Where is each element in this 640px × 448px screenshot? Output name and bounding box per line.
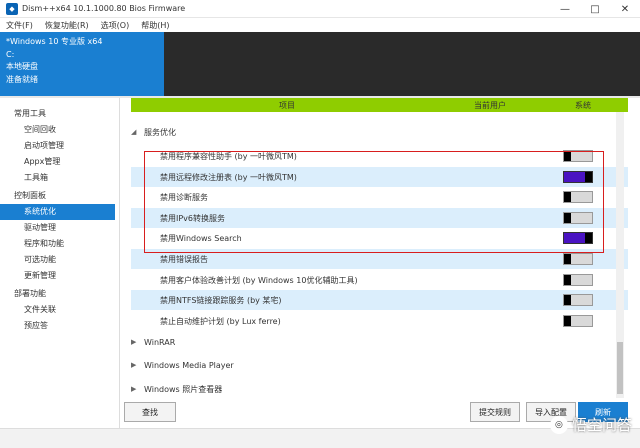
option-label: 禁用IPv6转换服务 (160, 213, 226, 223)
option-label: 禁用程序兼容性助手 (by 一叶微风TM) (160, 152, 297, 161)
section-label: Windows 照片查看器 (144, 384, 223, 394)
toggle-knob (564, 315, 571, 326)
sidebar-item-toolbox[interactable]: 工具箱 (0, 170, 115, 186)
optimize-list: 项目 当前用户 系统 ◢ 服务优化 禁用程序兼容性助手 (by 一叶微风TM) 禁… (128, 98, 628, 398)
option-row[interactable]: 禁止自动维护计划 (by Lux ferre) (131, 311, 628, 331)
option-label: 禁止自动维护计划 (by Lux ferre) (160, 316, 281, 326)
toggle-knob (564, 274, 571, 285)
minimize-button[interactable]: — (550, 0, 580, 18)
toggle-knob (564, 151, 571, 161)
search-button[interactable]: 查找 (124, 402, 176, 422)
watermark: ◎ 悟空问答 (549, 414, 632, 435)
toggle-knob (585, 233, 592, 244)
option-row[interactable]: 禁用诊断服务 (131, 187, 628, 207)
sidebar-group-deploy: 部署功能 (14, 289, 46, 298)
sidebar-item-file-assoc[interactable]: 文件关联 (0, 302, 115, 318)
watermark-text: 悟空问答 (571, 416, 632, 434)
os-name: *Windows 10 专业版 x64 (6, 37, 103, 46)
option-row[interactable]: 禁用客户体验改善计划 (by Windows 10优化辅助工具) (131, 270, 628, 290)
sidebar-group-common-tools: 常用工具 (14, 109, 46, 118)
header-item[interactable]: 项目 (279, 100, 295, 111)
chevron-right-icon: ▶ (131, 361, 137, 369)
drive-letter: C: (6, 49, 15, 59)
chevron-down-icon: ◢ (131, 128, 137, 136)
section-photo-viewer[interactable]: ▶ Windows 照片查看器 (131, 381, 222, 397)
chevron-right-icon: ▶ (131, 338, 137, 346)
system-toggle[interactable] (563, 253, 593, 265)
section-label: 服务优化 (144, 127, 176, 137)
system-toggle[interactable] (563, 314, 593, 327)
system-toggle[interactable] (563, 191, 593, 204)
menu-restore[interactable]: 恢复功能(R) (45, 20, 89, 31)
option-label: 禁用Windows Search (160, 234, 242, 244)
disk-type: 本地硬盘 (6, 62, 38, 71)
option-row[interactable]: 禁用IPv6转换服务 (131, 207, 628, 228)
section-label: Windows Media Player (144, 360, 234, 370)
session-info-panel[interactable]: *Windows 10 专业版 x64 C: 本地硬盘 准备就绪 (0, 32, 164, 96)
header-system[interactable]: 系统 (575, 100, 591, 111)
title-bar: ◆ Dism++x64 10.1.1000.80 Bios Firmware —… (0, 0, 640, 18)
menu-file[interactable]: 文件(F) (6, 20, 33, 31)
sidebar-item-updates[interactable]: 更新管理 (0, 268, 115, 284)
section-label: WinRAR (144, 337, 176, 347)
menu-bar: 文件(F) 恢复功能(R) 选项(O) 帮助(H) (0, 18, 640, 32)
system-toggle[interactable] (563, 294, 593, 307)
window-title: Dism++x64 10.1.1000.80 Bios Firmware (22, 4, 186, 13)
toggle-knob (564, 212, 571, 223)
section-winrar[interactable]: ▶ WinRAR (131, 334, 175, 350)
scrollbar[interactable] (616, 112, 624, 398)
wukong-logo-icon: ◎ (549, 415, 568, 434)
option-row[interactable]: 禁用远程修改注册表 (by 一叶微风TM) (131, 166, 628, 187)
sidebar-item-appx[interactable]: Appx管理 (0, 154, 115, 170)
sidebar-item-system-optimize[interactable]: 系统优化 (0, 204, 115, 220)
chevron-right-icon: ▶ (131, 385, 137, 393)
scrollbar-thumb[interactable] (617, 342, 623, 394)
sidebar-item-programs[interactable]: 程序和功能 (0, 236, 115, 252)
sidebar-group-control-panel: 控制面板 (14, 191, 46, 200)
section-media-player[interactable]: ▶ Windows Media Player (131, 357, 234, 373)
option-row[interactable]: 禁用程序兼容性助手 (by 一叶微风TM) (131, 146, 628, 166)
menu-help[interactable]: 帮助(H) (141, 20, 169, 31)
maximize-button[interactable]: □ (580, 0, 610, 18)
sidebar-item-optional-features[interactable]: 可选功能 (0, 252, 115, 268)
option-label: 禁用客户体验改善计划 (by Windows 10优化辅助工具) (160, 275, 358, 285)
option-label: 禁用NTFS链接跟踪服务 (by 某宅) (160, 296, 282, 306)
option-row[interactable]: 禁用错误报告 (131, 249, 628, 269)
sidebar-item-space-cleanup[interactable]: 空间回收 (0, 122, 115, 138)
system-toggle[interactable] (563, 170, 593, 183)
submit-rule-button[interactable]: 提交规则 (470, 402, 520, 422)
option-row[interactable]: 禁用NTFS链接跟踪服务 (by 某宅) (131, 290, 628, 311)
toggle-knob (564, 254, 571, 264)
toggle-knob (564, 295, 571, 306)
system-toggle[interactable] (563, 232, 593, 245)
status-bar (0, 428, 640, 448)
section-service-optimize[interactable]: ◢ 服务优化 (131, 124, 176, 140)
list-header: 项目 当前用户 系统 (131, 98, 628, 112)
toggle-knob (585, 171, 592, 182)
sidebar-item-startup[interactable]: 启动项管理 (0, 138, 115, 154)
option-label: 禁用错误报告 (160, 255, 208, 264)
sidebar-item-drivers[interactable]: 驱动管理 (0, 220, 115, 236)
sidebar-item-answer-file[interactable]: 预应答 (0, 318, 115, 334)
toggle-knob (564, 192, 571, 203)
option-label: 禁用远程修改注册表 (by 一叶微风TM) (160, 172, 297, 182)
system-toggle[interactable] (563, 211, 593, 224)
option-label: 禁用诊断服务 (160, 193, 208, 203)
system-toggle[interactable] (563, 273, 593, 286)
status-text: 准备就绪 (6, 74, 38, 84)
sidebar: 常用工具 空间回收 启动项管理 Appx管理 工具箱 控制面板 系统优化 驱动管… (0, 98, 120, 428)
app-icon: ◆ (6, 2, 18, 15)
header-current-user[interactable]: 当前用户 (474, 100, 506, 111)
close-button[interactable]: ✕ (610, 0, 640, 18)
menu-options[interactable]: 选项(O) (101, 20, 130, 31)
option-row[interactable]: 禁用Windows Search (131, 228, 628, 248)
session-strip (164, 32, 640, 96)
system-toggle[interactable] (563, 150, 593, 162)
window-controls: — □ ✕ (550, 0, 640, 18)
